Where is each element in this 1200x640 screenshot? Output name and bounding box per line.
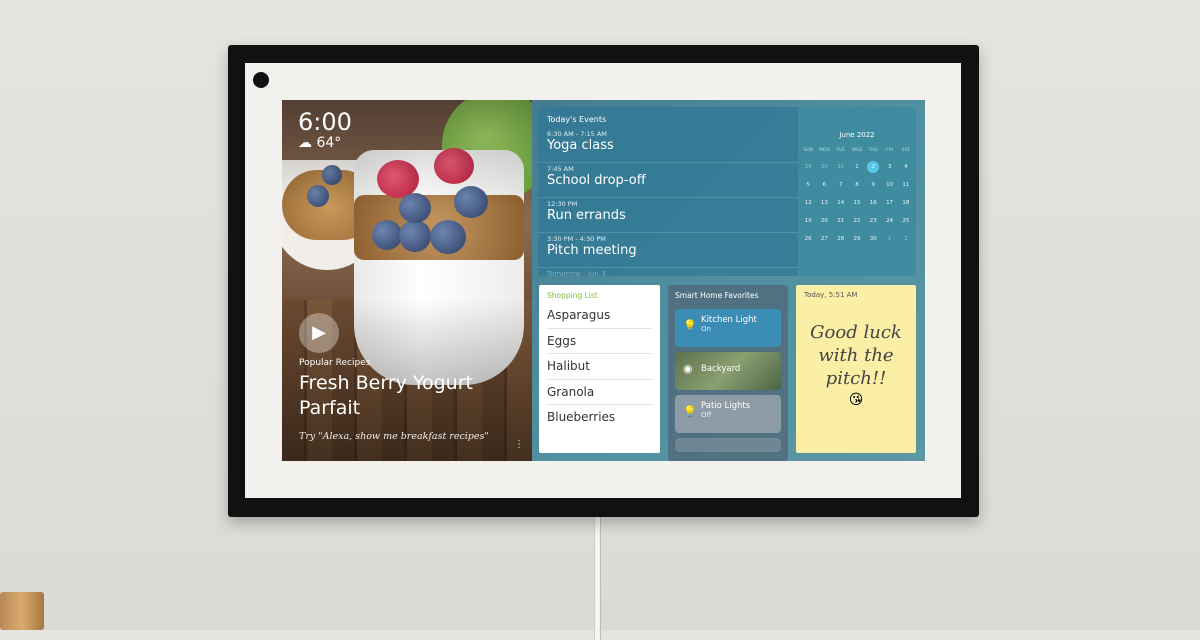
calendar-day[interactable]: 26 — [800, 233, 816, 245]
calendar-day[interactable]: 14 — [833, 197, 849, 209]
calendar-day[interactable]: 21 — [833, 215, 849, 227]
calendar-day[interactable]: 29 — [849, 233, 865, 245]
event-time: 3:30 PM - 4:30 PM — [547, 235, 606, 243]
calendar-day[interactable]: 8 — [849, 179, 865, 191]
day-of-week: TUE — [836, 148, 846, 153]
calendar-day[interactable]: 15 — [849, 197, 865, 209]
voice-hint: Try "Alexa, show me breakfast recipes" — [299, 431, 489, 442]
calendar-day[interactable]: 23 — [865, 215, 881, 227]
calendar-day[interactable]: 13 — [816, 197, 832, 209]
clock-time: 6:00 — [298, 108, 352, 136]
power-cable — [594, 510, 601, 640]
temperature: 64° — [316, 135, 342, 151]
event-item[interactable]: 6:30 AM - 7:15 AM Yoga class — [538, 128, 798, 163]
calendar[interactable]: June 2022 SUN MON TUE WED THU FRI SAT 29 30 31 1 2 3… — [798, 107, 916, 276]
calendar-day[interactable]: 1 — [849, 161, 865, 173]
events-header: Today's Events — [547, 115, 607, 124]
shopping-list-header: Shopping List — [547, 291, 598, 300]
event-time: 12:30 PM — [547, 200, 578, 208]
calendar-day[interactable]: 11 — [898, 179, 914, 191]
shopping-item[interactable]: Halibut — [547, 354, 652, 380]
camera-icon — [253, 72, 269, 88]
calendar-day[interactable]: 2 — [898, 233, 914, 245]
day-of-week: SUN — [803, 148, 813, 153]
smart-home-header: Smart Home Favorites — [675, 291, 759, 300]
calendar-day[interactable]: 27 — [816, 233, 832, 245]
note-text: Good luck with the pitch!! — [810, 322, 902, 389]
event-time: 6:30 AM - 7:15 AM — [547, 130, 607, 138]
shopping-list-widget[interactable]: Shopping List Asparagus Eggs Halibut Granol… — [539, 285, 660, 453]
calendar-day[interactable]: 10 — [881, 179, 897, 191]
smart-home-widget[interactable]: Smart Home Favorites 💡 Kitchen Light On … — [668, 285, 788, 461]
recipe-title: Fresh Berry Yogurt Parfait — [299, 372, 473, 419]
event-item[interactable]: 7:45 AM School drop-off — [538, 163, 798, 198]
calendar-day[interactable]: 4 — [898, 161, 914, 173]
recipe-widget[interactable]: 6:00 ☁ 64° ▶ Popular Recipes Fresh Berry… — [282, 100, 532, 461]
event-name: Yoga class — [547, 138, 614, 153]
calendar-day[interactable]: 28 — [833, 233, 849, 245]
calendar-day[interactable]: 1 — [881, 233, 897, 245]
calendar-day[interactable]: 24 — [881, 215, 897, 227]
calendar-day[interactable]: 5 — [800, 179, 816, 191]
partly-cloudy-icon: ☁ — [298, 135, 312, 151]
device-screen: 6:00 ☁ 64° ▶ Popular Recipes Fresh Berry… — [282, 100, 925, 461]
calendar-day[interactable]: 6 — [816, 179, 832, 191]
camera-icon: ◉ — [683, 362, 693, 375]
calendar-day[interactable]: 22 — [849, 215, 865, 227]
day-of-week: FRI — [886, 148, 894, 153]
play-icon[interactable]: ▶ — [299, 313, 339, 353]
calendar-day[interactable]: 9 — [865, 179, 881, 191]
more-vertical-icon[interactable]: ⋮ — [514, 439, 524, 450]
calendar-day[interactable]: 30 — [816, 161, 832, 173]
note-emoji: 😘 — [848, 392, 864, 408]
light-bulb-icon: 💡 — [683, 405, 697, 418]
shopping-item[interactable]: Granola — [547, 380, 652, 405]
recipe-category: Popular Recipes — [299, 358, 371, 368]
event-item[interactable]: 3:30 PM - 4:30 PM Pitch meeting — [538, 233, 798, 268]
calendar-day[interactable]: 31 — [833, 161, 849, 173]
event-time: 7:45 AM — [547, 165, 574, 173]
shopping-item[interactable]: Asparagus — [547, 303, 652, 329]
calendar-day[interactable]: 16 — [865, 197, 881, 209]
jar — [0, 592, 44, 630]
events-widget[interactable]: Today's Events 6:30 AM - 7:15 AM Yoga cla… — [538, 107, 916, 276]
calendar-day[interactable]: 19 — [800, 215, 816, 227]
calendar-day[interactable]: 12 — [800, 197, 816, 209]
shopping-item[interactable]: Eggs — [547, 329, 652, 354]
event-name: School drop-off — [547, 173, 646, 188]
note-timestamp: Today, 5:51 AM — [804, 291, 858, 299]
day-of-week: SAT — [901, 148, 911, 153]
sticky-note-widget[interactable]: Today, 5:51 AM Good luck with the pitch!… — [796, 285, 916, 453]
calendar-day[interactable]: 17 — [881, 197, 897, 209]
event-item[interactable]: 12:30 PM Run errands — [538, 198, 798, 233]
light-bulb-icon: 💡 — [683, 319, 697, 332]
tomorrow-label: Tomorrow - Jun 3 — [547, 270, 606, 276]
calendar-day[interactable]: 29 — [800, 161, 816, 173]
calendar-day[interactable]: 20 — [816, 215, 832, 227]
day-of-week: WED — [851, 148, 863, 153]
event-name: Pitch meeting — [547, 243, 637, 258]
device-kitchen-light[interactable]: 💡 Kitchen Light On — [675, 309, 781, 347]
calendar-day[interactable]: 18 — [898, 197, 914, 209]
device-more[interactable] — [675, 438, 781, 452]
day-of-week: THU — [868, 148, 878, 153]
device-backyard-camera[interactable]: ◉ Backyard — [675, 352, 781, 390]
calendar-day[interactable]: 30 — [865, 233, 881, 245]
calendar-day[interactable]: 3 — [881, 161, 897, 173]
shopping-item[interactable]: Blueberries — [547, 405, 652, 431]
device-patio-lights[interactable]: 💡 Patio Lights Off — [675, 395, 781, 433]
calendar-day-today[interactable]: 2 — [867, 161, 880, 173]
calendar-day[interactable]: 25 — [898, 215, 914, 227]
weather: ☁ 64° — [298, 135, 341, 151]
calendar-day[interactable]: 7 — [833, 179, 849, 191]
calendar-month: June 2022 — [839, 131, 875, 139]
day-of-week: MON — [819, 148, 830, 153]
event-name: Run errands — [547, 208, 626, 223]
